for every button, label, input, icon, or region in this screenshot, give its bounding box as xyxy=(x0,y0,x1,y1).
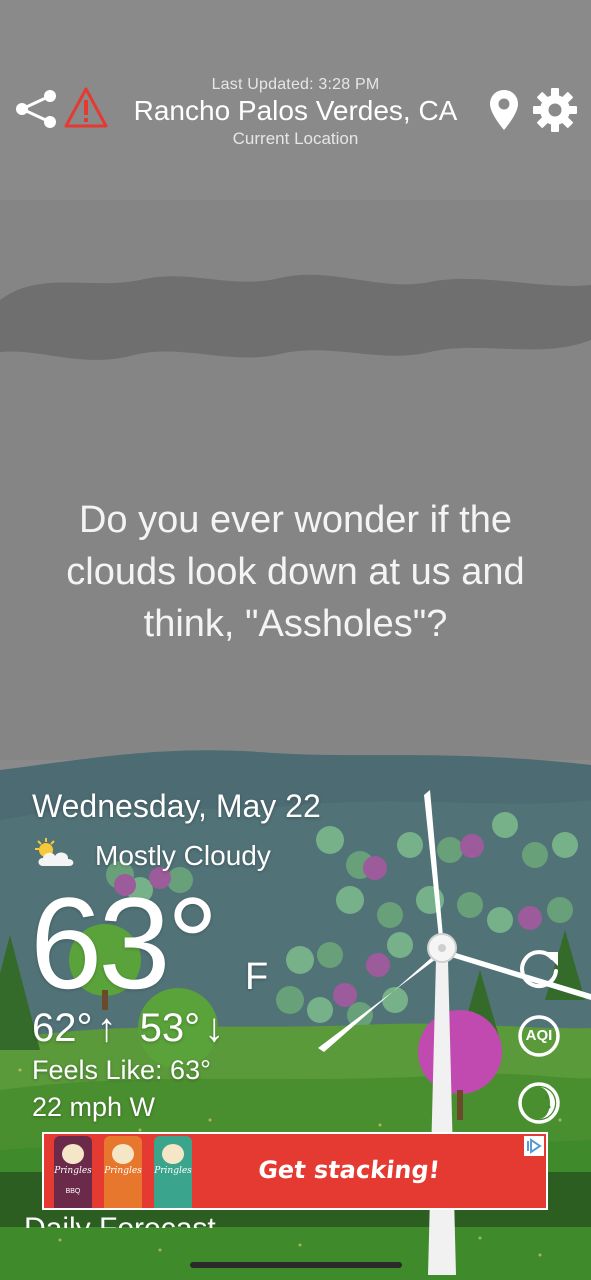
location-pin-icon[interactable] xyxy=(488,88,520,132)
can-brand: Pringles xyxy=(104,1166,142,1176)
pringles-mascot-icon xyxy=(162,1144,184,1164)
quote-line-3: think, "Assholes"? xyxy=(143,603,448,645)
low-temp: 53° xyxy=(139,1006,201,1050)
advertisement-banner[interactable]: Pringles BBQ Pringles Pringles Get stack… xyxy=(42,1132,548,1210)
home-indicator[interactable] xyxy=(190,1262,402,1268)
can-flavor: BBQ xyxy=(65,1188,81,1195)
weather-quote: Do you ever wonder if the clouds look do… xyxy=(20,494,571,650)
current-date: Wednesday, May 22 xyxy=(32,788,321,824)
current-temperature[interactable]: 63° xyxy=(30,868,219,1018)
header: Last Updated: 3:28 PM Rancho Palos Verde… xyxy=(0,0,591,160)
quote-line-1: Do you ever wonder if the xyxy=(78,499,512,541)
wind-speed: 22 mph W xyxy=(32,1092,156,1122)
pringles-mascot-icon xyxy=(112,1144,134,1164)
cloud-band xyxy=(0,274,591,360)
high-low-temps: 62° ↑ 53° ↓ xyxy=(32,1006,224,1051)
low-arrow: ↓ xyxy=(204,1006,225,1050)
aqi-button[interactable]: AQI xyxy=(516,1013,562,1059)
ad-headline: Get stacking! xyxy=(256,1156,442,1184)
can-brand: Pringles xyxy=(154,1166,192,1176)
adchoices-icon[interactable] xyxy=(524,1136,544,1156)
pringles-mascot-icon xyxy=(62,1144,84,1164)
pringles-green-can: Pringles xyxy=(154,1136,192,1208)
daily-forecast-heading[interactable]: Daily Forecast xyxy=(24,1212,216,1228)
refresh-icon[interactable] xyxy=(516,946,562,992)
location-subtitle: Current Location xyxy=(232,129,359,148)
can-brand: Pringles xyxy=(54,1166,92,1176)
quote-line-2: clouds look down at us and xyxy=(66,551,525,593)
aqi-label: AQI xyxy=(525,1027,553,1044)
settings-gear-icon[interactable] xyxy=(532,87,578,133)
moon-phase-icon[interactable] xyxy=(516,1080,562,1126)
high-temp: 62° xyxy=(32,1006,93,1050)
pringles-bbq-can: Pringles BBQ xyxy=(54,1136,92,1208)
pringles-original-can: Pringles xyxy=(104,1136,142,1208)
feels-like: Feels Like: 63° xyxy=(32,1055,211,1085)
high-arrow: ↑ xyxy=(96,1006,117,1050)
partly-cloudy-icon xyxy=(35,838,74,866)
temperature-unit[interactable]: F xyxy=(245,956,268,999)
